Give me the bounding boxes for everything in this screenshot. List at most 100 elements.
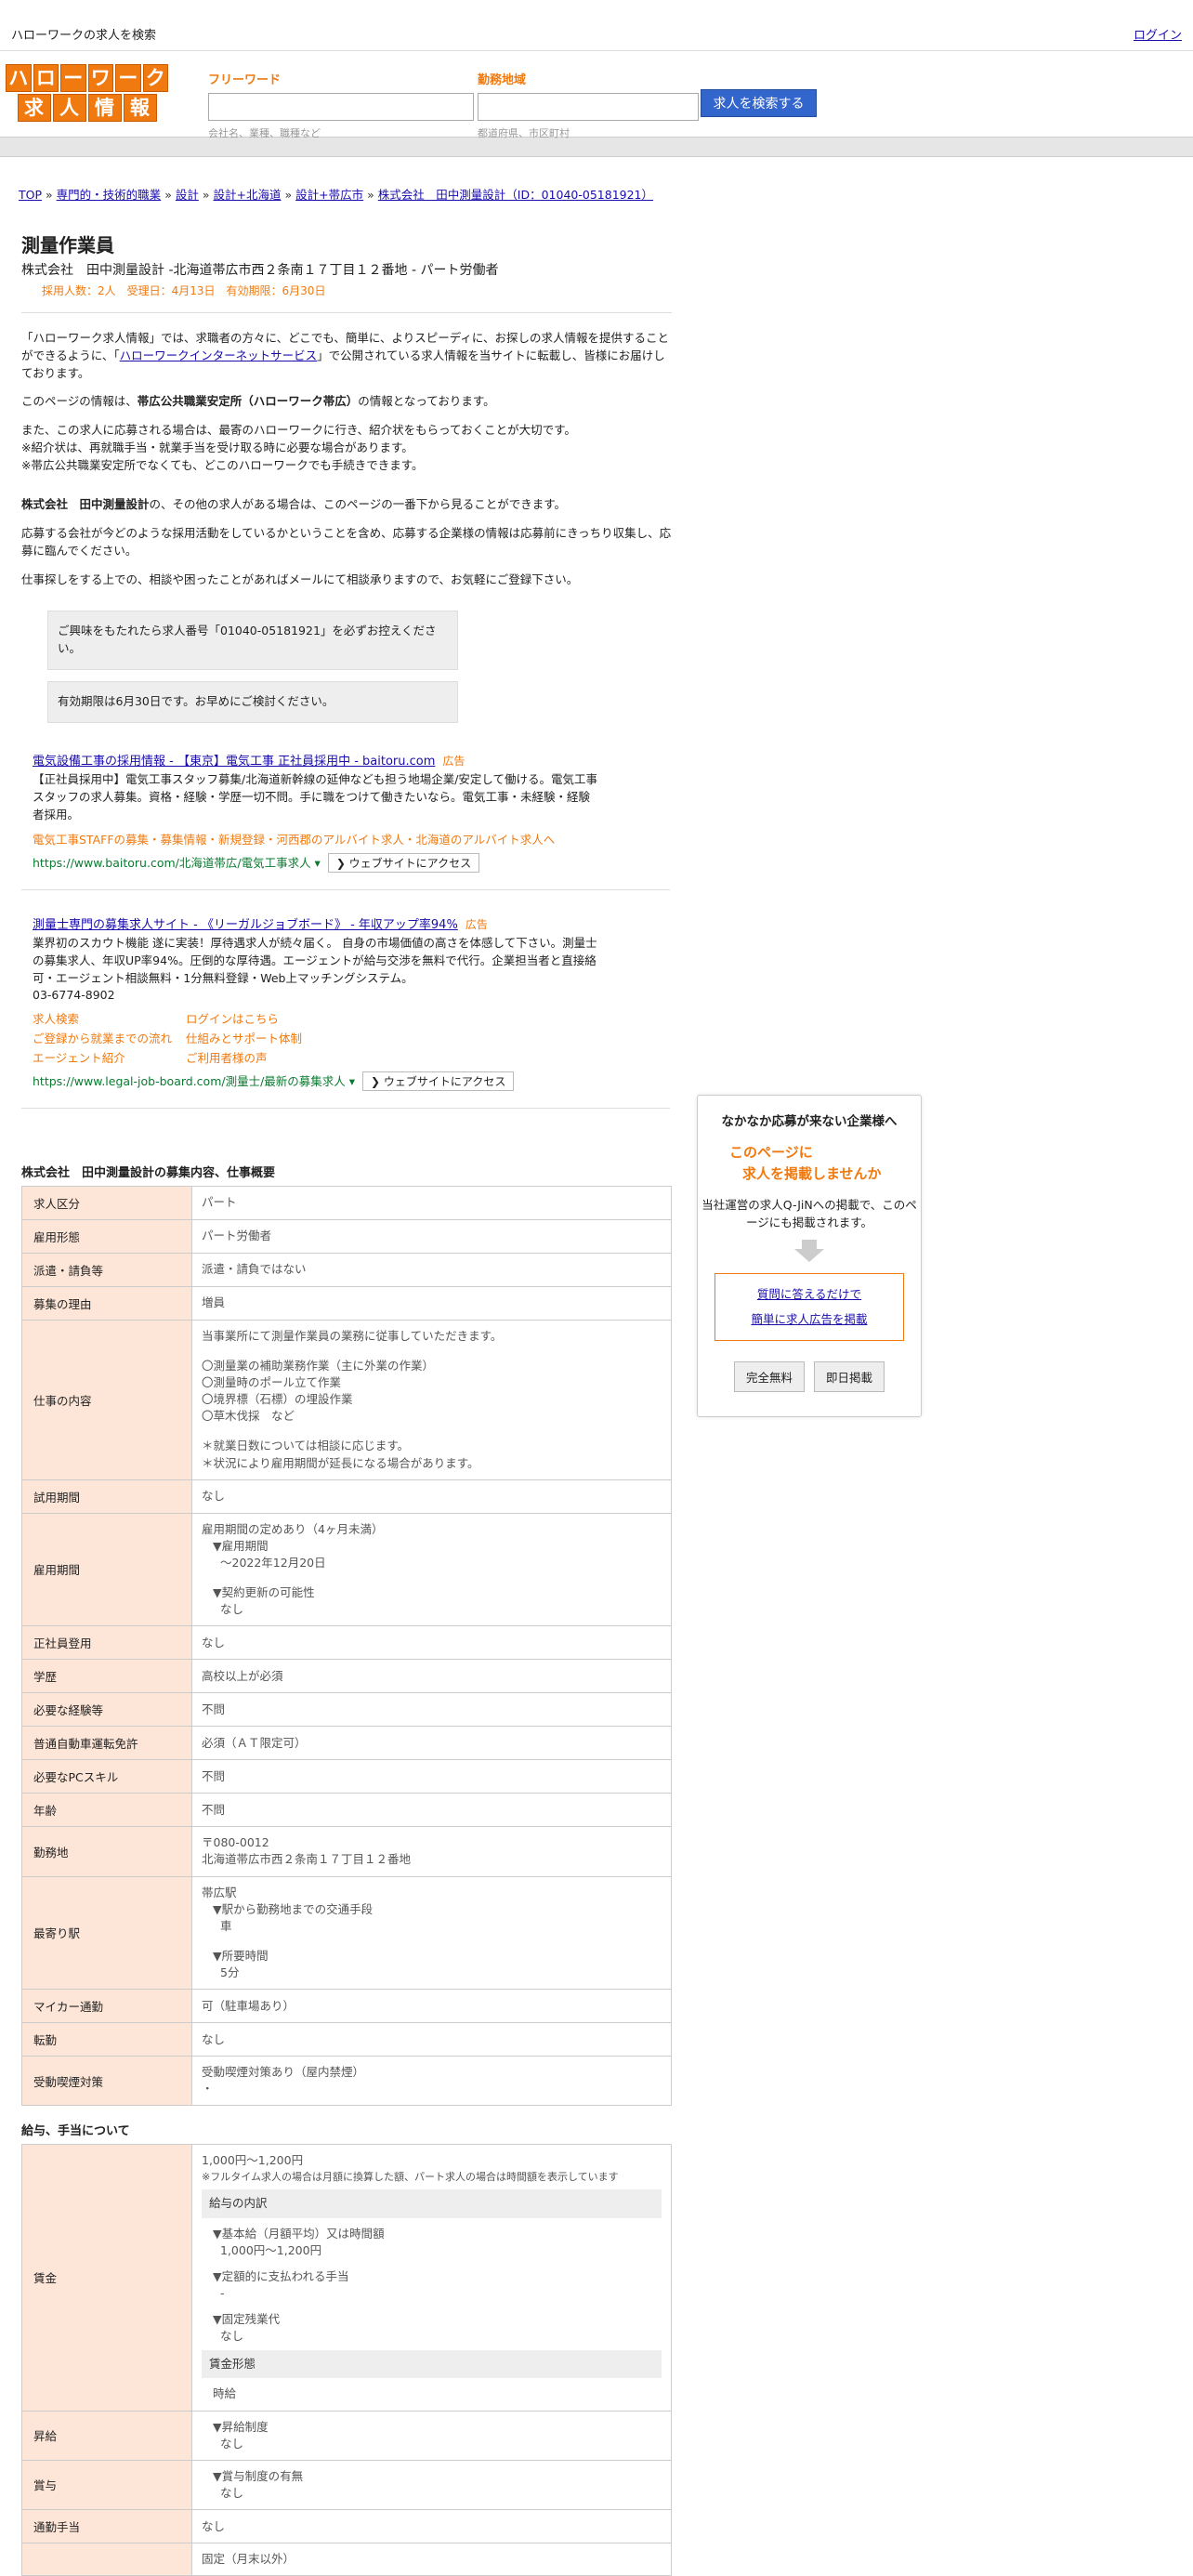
row-header: 派遣・請負等: [21, 1252, 192, 1287]
breadcrumb-link[interactable]: 設計+帯広市: [295, 188, 363, 202]
row-value: 不問: [191, 1793, 672, 1828]
row-value: なし: [191, 2509, 672, 2544]
ad-description: 【正社員採用中】電気工事スタッフ募集/北海道新幹線の延伸なども担う地場企業/安定…: [33, 771, 598, 822]
row-header: 雇用期間: [21, 1512, 192, 1627]
hellowork-logo[interactable]: ハローワーク 求人情報: [6, 64, 168, 124]
row-value-line: ▼賞与制度の有無: [213, 2468, 304, 2483]
ad-description: 業界初のスカウト機能 遂に実装！厚待遇求人が続々届く。 自身の市場価値の高さを体…: [33, 935, 597, 986]
ad-sitelinks[interactable]: 電気工事STAFFの募集・募集情報・新規登録・河西郡のアルバイト求人・北海道のア…: [33, 830, 661, 848]
ad-title-link[interactable]: 測量士専門の募集求人サイト - 《リーガルジョブボード》 - 年収アップ率94%: [33, 918, 458, 932]
table1-title: 株式会社 田中測量設計の募集内容、仕事概要: [21, 1165, 276, 1180]
fixed-allowance-label: ▼定額的に支払われる手当: [213, 2268, 349, 2283]
ad-sitelink[interactable]: エージェント紹介: [33, 1048, 186, 1066]
fixed-allowance-value: -: [220, 2285, 225, 2300]
free-badge[interactable]: 完全無料: [733, 1360, 805, 1392]
row-header: 正社員登用: [21, 1625, 192, 1661]
ad-sitelink[interactable]: 求人検索: [33, 1009, 186, 1027]
table-row: 正社員登用 なし: [21, 1625, 672, 1661]
breadcrumb-separator: »: [46, 188, 53, 202]
row-header: 賃金: [21, 2144, 192, 2412]
row-value-line: 〇測量業の補助業務作業（主に外業の作業）: [202, 1358, 435, 1373]
row-value: 増員: [191, 1285, 672, 1321]
table-row: 昇給 ▼昇給制度 なし: [21, 2410, 672, 2461]
row-value-line: なし: [220, 1602, 244, 1617]
breadcrumb-link[interactable]: 株式会社 田中測量設計（ID：01040-05181921）: [378, 188, 653, 202]
row-header: 学歴: [21, 1659, 192, 1694]
row-value-line: 北海道帯広市西２条南１７丁目１２番地: [202, 1852, 412, 1867]
keyword-hint: 会社名、業種、職種など: [208, 127, 321, 139]
ad-sitelink[interactable]: ログインはこちら: [186, 1009, 339, 1027]
pay-form-title: 賃金形態: [202, 2350, 662, 2379]
down-arrow-icon: [794, 1239, 824, 1262]
table-row: 通勤手当 なし: [21, 2509, 672, 2544]
ad-sitelink[interactable]: ご利用者様の声: [186, 1048, 339, 1066]
ad-sitelink[interactable]: ご登録から就業までの流れ: [33, 1029, 186, 1046]
row-value-line: [202, 1425, 662, 1438]
logo-char: 報: [123, 94, 157, 122]
logo-char: ー: [115, 64, 141, 92]
site-title: ハローワークの求人を検索: [11, 29, 157, 43]
row-header: 求人区分: [21, 1185, 192, 1220]
search-button[interactable]: 求人を検索する: [701, 89, 817, 117]
row-header: 普通自動車運転免許: [21, 1726, 192, 1761]
row-value: なし: [191, 2022, 672, 2057]
row-value-line: ▼雇用期間: [213, 1538, 269, 1553]
row-value-line: ・: [202, 2082, 214, 2096]
same-day-badge[interactable]: 即日掲載: [814, 1360, 885, 1392]
table-row: マイカー通勤 可（駐車場あり）: [21, 1989, 672, 2024]
row-header: 募集の理由: [21, 1285, 192, 1321]
logo-char: 求: [17, 94, 51, 122]
row-value-line: 〒080-0012: [202, 1835, 269, 1850]
row-header: 昇給: [21, 2410, 192, 2461]
area-hint: 都道府県、市区町村: [478, 127, 570, 139]
table-row: 仕事の内容 当事業所にて測量作業員の業務に従事していただきます。 〇測量業の補助業務…: [21, 1319, 672, 1480]
promo-link[interactable]: 質問に答えるだけで: [757, 1287, 861, 1301]
row-value-line: [202, 1345, 662, 1358]
hellowork-service-link[interactable]: ハローワークインターネットサービス: [120, 348, 318, 362]
breadcrumb-link[interactable]: TOP: [19, 188, 42, 202]
ad-url: https://www.baitoru.com/北海道帯広/電気工事求人 ▾ ❯…: [33, 852, 661, 873]
row-value: 帯広駅 ▼駅から勤務地までの交通手段車 ▼所要時間 5分: [191, 1875, 672, 1991]
logo-char: ク: [142, 64, 168, 92]
keyword-input[interactable]: [208, 93, 474, 121]
ad-title-link[interactable]: 電気設備工事の採用情報 - 【東京】電気工事 正社員採用中 - baitoru.…: [33, 755, 435, 769]
ad-url-text[interactable]: https://www.legal-job-board.com/測量士/最新の募…: [33, 1074, 346, 1088]
area-input[interactable]: [478, 93, 699, 121]
promo-link[interactable]: 簡単に求人広告を掲載: [751, 1312, 867, 1326]
breadcrumb-link[interactable]: 設計+北海道: [214, 188, 282, 202]
table-row: 募集の理由 増員: [21, 1285, 672, 1321]
ad-phone[interactable]: 03-6774-8902: [33, 988, 661, 1002]
visit-website-button[interactable]: ❯ ウェブサイトにアクセス: [362, 1071, 515, 1091]
breadcrumb-link[interactable]: 専門的・技術的職業: [57, 188, 162, 202]
row-value-line: 〜2022年12月20日: [220, 1555, 326, 1570]
table-row: 雇用形態 パート労働者: [21, 1218, 672, 1254]
apply-advice: 応募する会社が今どのような採用活動をしているかということを含め、応募する企業様の…: [21, 526, 672, 558]
logo-char: ロ: [33, 64, 59, 92]
ad-url: https://www.legal-job-board.com/測量士/最新の募…: [33, 1071, 661, 1091]
ad-sitelink[interactable]: 仕組みとサポート体制: [186, 1029, 339, 1046]
row-header: 試用期間: [21, 1479, 192, 1514]
ad-url-text[interactable]: https://www.baitoru.com/北海道帯広/電気工事求人: [33, 856, 311, 870]
ad-tag: 広告: [465, 917, 488, 931]
login-link[interactable]: ログイン: [1134, 25, 1182, 43]
ad-block: 電気設備工事の採用情報 - 【東京】電気工事 正社員採用中 - baitoru.…: [21, 747, 670, 890]
row-header: 必要なPCスキル: [21, 1759, 192, 1794]
table-row: 試用期間 なし: [21, 1479, 672, 1514]
keyword-label: フリーワード: [208, 73, 282, 87]
ad-sitelinks: 求人検索 ログインはこちら ご登録から就業までの流れ 仕組みとサポート体制 エー…: [33, 1009, 661, 1066]
row-value-line: 〇測量時のポール立て作業: [202, 1375, 342, 1389]
row-value: ▼賞与制度の有無 なし: [191, 2459, 672, 2511]
table-row: 普通自動車運転免許 必須（ＡＴ限定可）: [21, 1726, 672, 1761]
logo-char: ハ: [6, 64, 32, 92]
visit-website-button[interactable]: ❯ ウェブサイトにアクセス: [327, 852, 480, 873]
salary-range: 1,000円〜1,200円: [202, 2153, 304, 2168]
employer-promo-box: なかなか応募が来ない企業様へ このページに 求人を掲載しませんか 当社運営の求人Q…: [697, 1095, 922, 1417]
row-value-line: 帯広駅: [202, 1885, 237, 1899]
breadcrumb-link[interactable]: 設計: [176, 188, 199, 202]
row-header: マイカー通勤: [21, 1989, 192, 2024]
row-value-line: 5分: [220, 1965, 240, 1979]
row-value-line: ＊状況により雇用期間が延長になる場合があります。: [202, 1455, 479, 1470]
logo-char: 人: [52, 94, 86, 122]
table-row: 学歴 高校以上が必須: [21, 1659, 672, 1694]
promo-link-box: 質問に答えるだけで 簡単に求人広告を掲載: [714, 1272, 904, 1341]
